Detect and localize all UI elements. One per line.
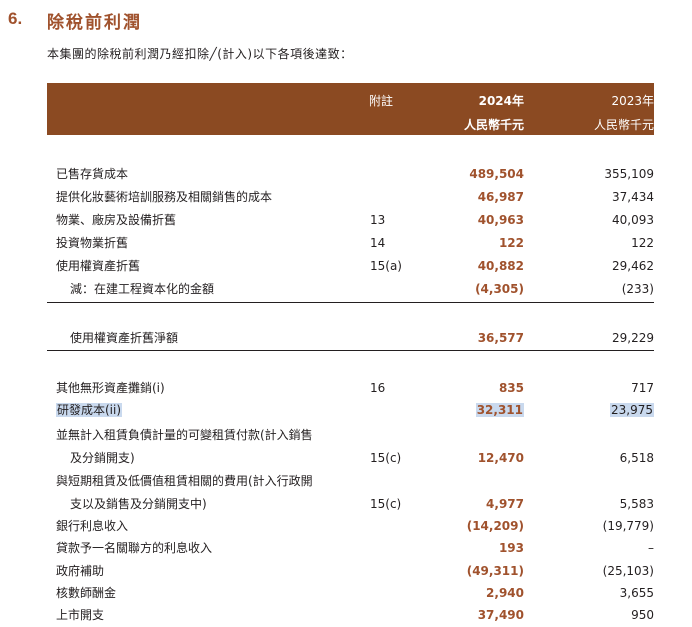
section-title: 除稅前利潤	[47, 13, 142, 33]
row-value-2023: 29,229	[612, 331, 654, 345]
table-row: 銀行利息收入 (14,209) (19,779)	[0, 515, 692, 537]
row-value-2023: 37,434	[612, 190, 654, 204]
row-label: 提供化妝藝術培訓服務及相關銷售的成本	[56, 190, 273, 204]
row-label: 物業、廠房及設備折舊	[56, 213, 177, 227]
row-label: 政府補助	[56, 564, 105, 578]
highlighted-label: 研發成本(ii)	[56, 403, 123, 417]
row-value-2023: 29,462	[612, 259, 654, 273]
row-value-2024: 4,977	[486, 497, 524, 511]
row-label: 支以及銷售及分銷開支中)	[70, 497, 207, 511]
row-label: 及分銷開支)	[70, 451, 135, 465]
unit-2024-header: 人民幣千元	[463, 118, 524, 132]
row-label: 與短期租賃及低價值租賃相關的費用(計入行政開	[56, 474, 313, 488]
row-value-2023: 40,093	[612, 213, 654, 227]
row-value-2023: 5,583	[619, 497, 654, 511]
table-row: 物業、廠房及設備折舊 13 40,963 40,093	[0, 209, 692, 231]
table-row: 與短期租賃及低價值租賃相關的費用(計入行政開	[0, 470, 692, 492]
row-label: 已售存貨成本	[56, 167, 129, 181]
row-label: 減：在建工程資本化的金額	[70, 282, 215, 296]
table-row: 支以及銷售及分銷開支中) 15(c) 4,977 5,583	[0, 493, 692, 515]
row-value-2024: (14,209)	[466, 519, 524, 533]
table-row: 提供化妝藝術培訓服務及相關銷售的成本 46,987 37,434	[0, 186, 692, 208]
row-value-2024: 32,311	[475, 399, 524, 421]
row-label: 投資物業折舊	[56, 236, 129, 250]
table-row: 政府補助 (49,311) (25,103)	[0, 560, 692, 582]
row-value-2024: 489,504	[469, 167, 524, 181]
highlighted-value: 32,311	[475, 403, 524, 417]
row-note: 16	[370, 381, 386, 395]
row-value-2023: 122	[631, 236, 654, 250]
row-value-2024: 2,940	[486, 586, 524, 600]
intro-text: 本集團的除稅前利潤乃經扣除╱(計入)以下各項後達致：	[47, 47, 353, 61]
row-label: 貸款予一名關聯方的利息收入	[56, 541, 213, 555]
row-value-2024: 193	[498, 541, 524, 555]
row-value-2024: 46,987	[477, 190, 524, 204]
row-value-2023: 355,109	[604, 167, 654, 181]
row-value-2023: (25,103)	[602, 564, 654, 578]
table-row: 投資物業折舊 14 122 122	[0, 232, 692, 254]
table-row: 減：在建工程資本化的金額 (4,305) (233)	[0, 278, 692, 300]
row-label: 其他無形資產攤銷(i)	[56, 381, 165, 395]
row-label: 核數師酬金	[56, 586, 117, 600]
table-row: 使用權資產折舊淨額 36,577 29,229	[0, 327, 692, 349]
table-row: 核數師酬金 2,940 3,655	[0, 582, 692, 604]
row-note: 15(c)	[370, 497, 402, 511]
row-value-2024: 36,577	[477, 331, 524, 345]
row-value-2024: 40,882	[477, 259, 524, 273]
row-value-2024: 835	[498, 381, 524, 395]
table-row: 已售存貨成本 489,504 355,109	[0, 163, 692, 185]
row-value-2023: 3,655	[619, 586, 654, 600]
table-header-band	[47, 83, 654, 135]
row-value-2024: 12,470	[477, 451, 524, 465]
row-label: 並無計入租賃負債計量的可變租賃付款(計入銷售	[56, 428, 313, 442]
row-value-2024: 122	[498, 236, 524, 250]
row-value-2023: 6,518	[619, 451, 654, 465]
row-note: 15(a)	[370, 259, 402, 273]
table-row: 及分銷開支) 15(c) 12,470 6,518	[0, 447, 692, 469]
row-value-2023: (19,779)	[602, 519, 654, 533]
row-label: 上市開支	[56, 608, 105, 622]
row-label: 使用權資產折舊淨額	[70, 331, 179, 345]
table-row: 並無計入租賃負債計量的可變租賃付款(計入銷售	[0, 424, 692, 446]
row-label: 研發成本(ii)	[56, 399, 123, 421]
row-value-2023: 717	[631, 381, 654, 395]
row-value-2024: (49,311)	[466, 564, 524, 578]
table-row: 研發成本(ii) 32,311 23,975	[0, 399, 692, 421]
table-row: 上市開支 37,490 950	[0, 604, 692, 626]
year-2024-header: 2024年	[478, 94, 524, 108]
row-value-2023: 23,975	[610, 399, 654, 421]
row-label: 使用權資產折舊	[56, 259, 141, 273]
table-row: 其他無形資產攤銷(i) 16 835 717	[0, 377, 692, 399]
row-value-2023: (233)	[621, 282, 654, 296]
highlighted-value: 23,975	[610, 403, 654, 417]
row-note: 15(c)	[370, 451, 402, 465]
unit-2023-header: 人民幣千元	[593, 118, 654, 132]
row-value-2024: 37,490	[477, 608, 524, 622]
row-value-2023: –	[648, 541, 654, 555]
subtotal-rule	[47, 302, 654, 303]
row-note: 14	[370, 236, 386, 250]
table-row: 使用權資產折舊 15(a) 40,882 29,462	[0, 255, 692, 277]
year-2023-header: 2023年	[611, 94, 654, 108]
note-column-header: 附註	[369, 94, 394, 108]
row-value-2023: 950	[631, 608, 654, 622]
row-value-2024: (4,305)	[475, 282, 524, 296]
table-row: 貸款予一名關聯方的利息收入 193 –	[0, 537, 692, 559]
subtotal-rule	[47, 350, 654, 351]
row-note: 13	[370, 213, 386, 227]
row-label: 銀行利息收入	[56, 519, 129, 533]
section-number: 6.	[8, 9, 23, 28]
row-value-2024: 40,963	[477, 213, 524, 227]
